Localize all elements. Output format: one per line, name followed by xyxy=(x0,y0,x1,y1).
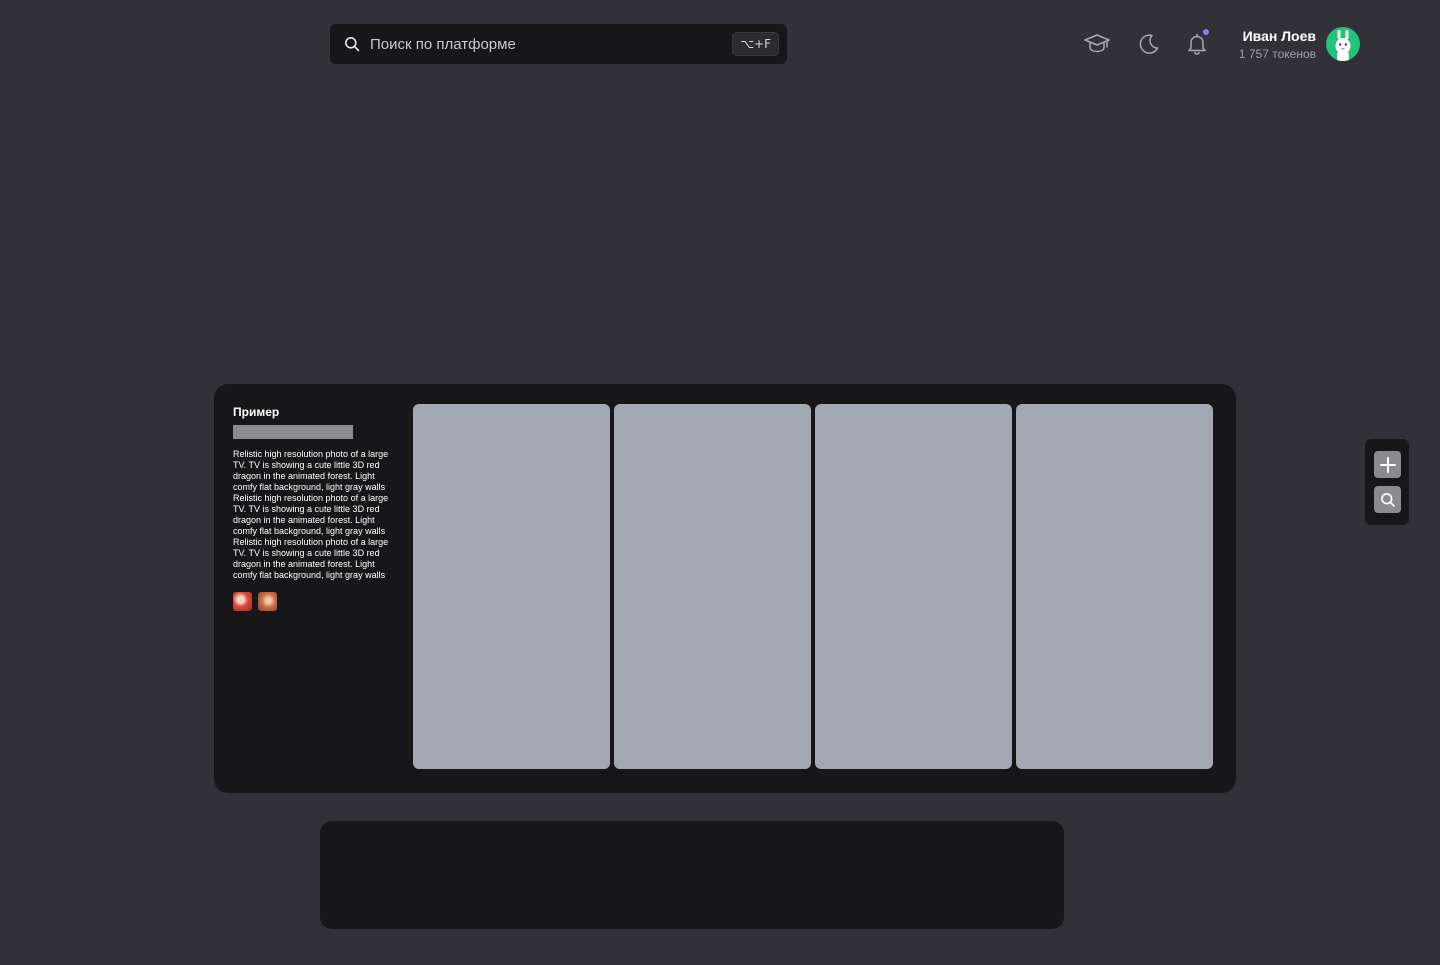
avatar[interactable] xyxy=(1326,27,1360,61)
llama-avatar-icon xyxy=(1335,30,1351,61)
search-input[interactable] xyxy=(370,35,733,53)
notification-dot xyxy=(1203,29,1209,35)
search-shortcut-badge: ⌥+F xyxy=(732,32,779,56)
notifications-button[interactable] xyxy=(1181,28,1213,60)
preview-panel[interactable] xyxy=(1016,404,1213,769)
example-title: Пример xyxy=(233,405,280,419)
theme-toggle-button[interactable] xyxy=(1133,28,1165,60)
add-button[interactable] xyxy=(1374,451,1401,478)
thumbnail[interactable] xyxy=(233,592,252,611)
preview-panel[interactable] xyxy=(614,404,811,769)
bottom-panel xyxy=(320,821,1064,929)
zoom-search-button[interactable] xyxy=(1374,486,1401,513)
example-description: Relistic high resolution photo of a larg… xyxy=(233,449,389,580)
search-icon xyxy=(345,37,360,52)
plus-icon xyxy=(1379,456,1396,473)
example-card: Пример Relistic high resolution photo of… xyxy=(214,384,1236,793)
bell-icon xyxy=(1188,33,1206,55)
graduation-cap-icon xyxy=(1084,34,1110,53)
preview-panel[interactable] xyxy=(815,404,1012,769)
page: ⌥+F Иван Лоев 1 757 токенов xyxy=(0,0,1440,965)
user-token-balance: 1 757 токенов xyxy=(1238,47,1316,61)
search-bar[interactable]: ⌥+F xyxy=(330,24,787,64)
thumbnail[interactable] xyxy=(258,592,277,611)
preview-panels xyxy=(413,404,1213,769)
moon-icon xyxy=(1139,34,1159,54)
user-name: Иван Лоев xyxy=(1242,28,1316,44)
example-thumbnails xyxy=(233,592,277,611)
floating-toolbar xyxy=(1365,439,1409,525)
search-icon xyxy=(1380,492,1395,507)
example-placeholder-bar xyxy=(233,425,353,439)
learning-button[interactable] xyxy=(1081,28,1113,60)
user-profile[interactable]: Иван Лоев 1 757 токенов xyxy=(1230,27,1360,63)
preview-panel[interactable] xyxy=(413,404,610,769)
